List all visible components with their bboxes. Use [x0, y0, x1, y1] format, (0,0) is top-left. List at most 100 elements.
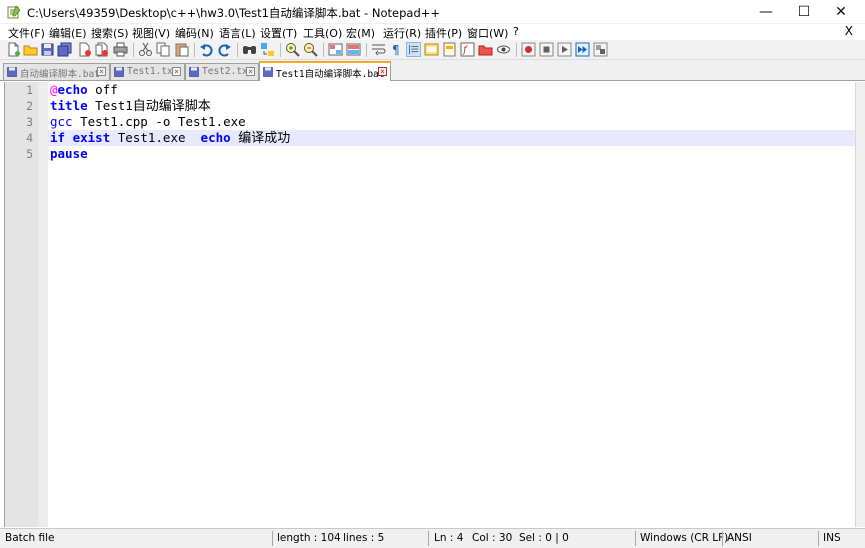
cut-icon[interactable]	[138, 42, 153, 57]
status-encoding[interactable]: ANSI	[727, 532, 752, 544]
code-token: off	[87, 82, 118, 97]
status-separator	[818, 531, 819, 546]
menu-encoding[interactable]: 编码(N)	[175, 25, 214, 41]
code-line[interactable]: gcc Test1.cpp -o Test1.exe	[50, 114, 246, 130]
code-line[interactable]: @echo off	[50, 82, 118, 98]
status-lines: lines : 5	[343, 532, 385, 544]
editor-pane[interactable]: 1 2 3 4 5 @echo off title Test1自动编译脚本 gc…	[4, 82, 856, 527]
user-language-icon[interactable]	[424, 42, 439, 57]
tab-close-icon[interactable]: ×	[97, 67, 106, 76]
save-icon[interactable]	[40, 42, 55, 57]
minimize-icon: —	[759, 4, 773, 20]
tab-test1-txt[interactable]: Test1.txt ×	[110, 63, 185, 80]
status-bar: Batch file length : 104 lines : 5 Ln : 4…	[0, 528, 865, 548]
close-window-button[interactable]: ✕	[822, 0, 860, 24]
tab-test2-txt[interactable]: Test2.txt ×	[185, 63, 259, 80]
toolbar-separator	[516, 43, 517, 57]
close-icon: ✕	[835, 4, 847, 20]
tab-label: Test1.txt	[127, 66, 179, 77]
copy-icon[interactable]	[156, 42, 171, 57]
menu-tools[interactable]: 工具(O)	[303, 25, 342, 41]
save-macro-icon[interactable]	[593, 42, 608, 57]
zoom-in-icon[interactable]	[285, 42, 300, 57]
save-all-icon[interactable]	[57, 42, 72, 57]
play-macro-icon[interactable]	[557, 42, 572, 57]
toolbar: ¶ f	[0, 40, 865, 60]
title-bar[interactable]: C:\Users\49359\Desktop\c++\hw3.0\Test1自动…	[0, 0, 865, 24]
show-all-chars-icon[interactable]: ¶	[389, 42, 404, 57]
indent-guide-icon[interactable]	[406, 42, 421, 57]
close-icon[interactable]	[77, 42, 92, 57]
word-wrap-icon[interactable]	[371, 42, 386, 57]
code-token: Test1.exe	[110, 130, 201, 145]
maximize-icon: ☐	[797, 4, 811, 20]
print-icon[interactable]	[113, 42, 128, 57]
menu-help[interactable]: ?	[513, 25, 519, 38]
code-token: echo	[200, 130, 231, 145]
tab-label: Test1自动编译脚本.bat	[276, 69, 385, 80]
status-separator	[272, 531, 273, 546]
notepad-plus-plus-icon	[7, 5, 21, 19]
status-file-type: Batch file	[5, 532, 55, 544]
code-token: exist	[72, 130, 111, 145]
folder-workspace-icon[interactable]	[478, 42, 493, 57]
doc-map-icon[interactable]	[442, 42, 457, 57]
menu-plugins[interactable]: 插件(P)	[425, 25, 462, 41]
tab-test1-auto-compile-script[interactable]: Test1自动编译脚本.bat ×	[259, 61, 391, 81]
undo-icon[interactable]	[199, 42, 214, 57]
find-icon[interactable]	[242, 42, 257, 57]
fold-margin[interactable]	[38, 82, 48, 527]
tab-close-icon[interactable]: ×	[246, 67, 255, 76]
close-all-icon[interactable]	[94, 42, 109, 57]
line-number: 4	[26, 131, 33, 145]
maximize-button[interactable]: ☐	[785, 0, 823, 24]
code-token: Test1	[87, 98, 133, 113]
menu-language[interactable]: 语言(L)	[219, 25, 256, 41]
code-token: @	[50, 82, 58, 97]
menu-window[interactable]: 窗口(W)	[467, 25, 508, 41]
zoom-out-icon[interactable]	[303, 42, 318, 57]
code-token: 编译成功	[238, 131, 291, 146]
status-col: Col : 30	[472, 532, 513, 544]
menu-search[interactable]: 搜索(S)	[91, 25, 129, 41]
toolbar-separator	[366, 43, 367, 57]
minimize-button[interactable]: —	[747, 0, 785, 24]
paste-icon[interactable]	[174, 42, 189, 57]
tab-auto-compile-script[interactable]: 自动编译脚本.bat ×	[3, 63, 110, 80]
function-list-icon[interactable]: f	[460, 42, 475, 57]
code-line[interactable]: if exist Test1.exe echo 编译成功	[48, 130, 856, 146]
code-token: title	[50, 98, 88, 113]
tab-label: 自动编译脚本.bat	[20, 69, 100, 80]
sync-vertical-icon[interactable]	[328, 42, 343, 57]
tab-close-icon[interactable]: ×	[172, 67, 181, 76]
replace-icon[interactable]	[260, 42, 275, 57]
status-separator	[635, 531, 636, 546]
new-file-icon[interactable]	[6, 42, 21, 57]
toolbar-separator	[133, 43, 134, 57]
run-macro-multiple-icon[interactable]	[575, 42, 590, 57]
record-macro-icon[interactable]	[521, 42, 536, 57]
tab-close-icon[interactable]: ×	[378, 67, 387, 76]
status-length: length : 104	[277, 532, 341, 544]
status-insert-mode[interactable]: INS	[823, 532, 841, 544]
code-line[interactable]: title Test1自动编译脚本	[50, 98, 211, 114]
code-token: pause	[50, 146, 88, 161]
menu-file[interactable]: 文件(F)	[8, 25, 45, 41]
sync-horizontal-icon[interactable]	[346, 42, 361, 57]
monitoring-icon[interactable]	[496, 42, 511, 57]
menu-edit[interactable]: 编辑(E)	[49, 25, 87, 41]
status-eol[interactable]: Windows (CR LF)	[640, 532, 728, 544]
code-area[interactable]: @echo off title Test1自动编译脚本 gcc Test1.cp…	[48, 82, 856, 527]
menu-macro[interactable]: 宏(M)	[346, 25, 375, 41]
tab-bar: 自动编译脚本.bat × Test1.txt × Test2.txt × Tes…	[0, 60, 865, 81]
code-token: 自动编译脚本	[132, 99, 211, 114]
menu-settings[interactable]: 设置(T)	[260, 25, 297, 41]
menu-run[interactable]: 运行(R)	[383, 25, 421, 41]
line-number: 5	[26, 147, 33, 161]
close-document-button[interactable]: X	[845, 24, 853, 38]
open-file-icon[interactable]	[23, 42, 38, 57]
stop-record-icon[interactable]	[539, 42, 554, 57]
redo-icon[interactable]	[217, 42, 232, 57]
code-line[interactable]: pause	[50, 146, 88, 162]
menu-view[interactable]: 视图(V)	[132, 25, 170, 41]
